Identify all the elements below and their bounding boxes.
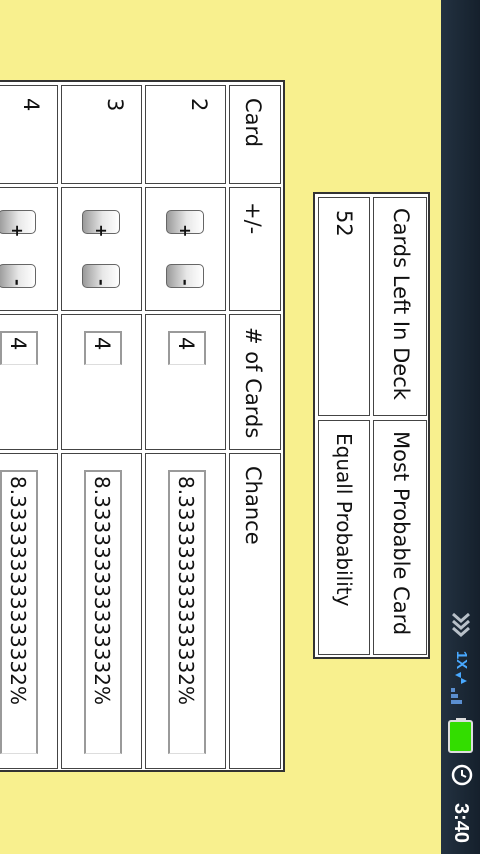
card-cell: 3	[61, 85, 142, 184]
card-header: Card	[241, 98, 265, 148]
chance-value: 8.333333333333332%	[174, 476, 198, 705]
plus-minus-header-cell: +/-	[229, 187, 281, 311]
increment-button[interactable]: +	[166, 210, 204, 238]
num-cards-header-cell: # of Cards	[229, 314, 281, 450]
card-name: 4	[19, 98, 43, 112]
count-value: 4	[90, 337, 114, 351]
card-name: 2	[187, 98, 211, 112]
count-value: 4	[174, 337, 198, 351]
cards-left-header: Cards Left In Deck	[389, 208, 413, 400]
count-cell: 4	[145, 314, 226, 450]
chance-cell: 8.333333333333332%	[145, 453, 226, 769]
count-value: 4	[6, 337, 30, 351]
chance-field[interactable]: 8.333333333333332%	[168, 470, 206, 754]
plus-minus-cell: + -	[61, 187, 142, 311]
chance-value: 8.333333333333332%	[6, 476, 30, 705]
count-field[interactable]: 4	[0, 331, 38, 365]
chance-cell: 8.333333333333332%	[61, 453, 142, 769]
cards-left-value: 52	[332, 210, 356, 237]
most-probable-header: Most Probable Card	[389, 431, 413, 636]
plus-minus-cell: + -	[145, 187, 226, 311]
decrement-button[interactable]: -	[0, 264, 36, 288]
card-name: 3	[103, 98, 127, 112]
decrement-label: -	[176, 279, 195, 286]
notification-icon[interactable]	[447, 610, 475, 638]
count-field[interactable]: 4	[84, 331, 122, 365]
status-clock: 3:40	[450, 802, 472, 844]
chance-field[interactable]: 8.333333333333332%	[0, 470, 38, 754]
decrement-button[interactable]: -	[82, 264, 120, 288]
cards-left-value-cell: 52	[318, 197, 370, 416]
increment-button[interactable]: +	[0, 210, 36, 238]
decrement-label: -	[92, 279, 111, 286]
card-table: Card +/- # of Cards Chance 2 + - 4 8.333…	[0, 80, 285, 772]
deck-info-table: Cards Left In Deck Most Probable Card 52…	[313, 192, 430, 659]
card-cell: 4	[0, 85, 58, 184]
plus-minus-cell: + -	[0, 187, 58, 311]
chance-field[interactable]: 8.333333333333332%	[84, 470, 122, 754]
increment-button[interactable]: +	[82, 210, 120, 238]
chance-header-cell: Chance	[229, 453, 281, 769]
most-probable-value-cell: Equall Probability	[318, 420, 370, 655]
increment-label: +	[92, 224, 111, 238]
cards-left-header-cell: Cards Left In Deck	[373, 197, 427, 416]
num-cards-header: # of Cards	[241, 327, 265, 439]
alarm-icon	[451, 764, 473, 786]
most-probable-value: Equall Probability	[332, 433, 356, 607]
increment-label: +	[176, 224, 195, 238]
most-probable-header-cell: Most Probable Card	[373, 420, 427, 655]
data-activity-icon	[455, 672, 467, 684]
count-field[interactable]: 4	[168, 331, 206, 365]
increment-label: +	[8, 224, 27, 238]
chance-header: Chance	[241, 466, 265, 545]
plus-minus-header: +/-	[241, 202, 265, 235]
count-cell: 4	[61, 314, 142, 450]
chance-cell: 8.333333333333332%	[0, 453, 58, 769]
chance-value: 8.333333333333332%	[90, 476, 114, 705]
card-header-cell: Card	[229, 85, 281, 184]
count-cell: 4	[0, 314, 58, 450]
decrement-button[interactable]: -	[166, 264, 204, 288]
battery-icon	[448, 718, 473, 753]
card-cell: 2	[145, 85, 226, 184]
decrement-label: -	[8, 279, 27, 286]
signal-icon	[451, 688, 462, 704]
status-bar: 3:40 1X	[441, 0, 480, 854]
